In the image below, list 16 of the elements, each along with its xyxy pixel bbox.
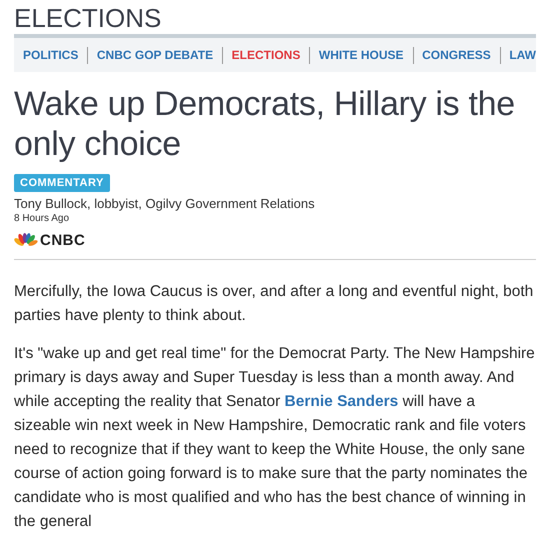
headline: Wake up Democrats, Hillary is the only choice xyxy=(14,84,516,164)
nav-link[interactable]: ELECTIONS xyxy=(232,48,300,62)
paragraph: Mercifully, the Iowa Caucus is over, and after a long and eventful night, both parties have plenty to think about. xyxy=(14,282,534,326)
peacock-icon xyxy=(14,232,38,248)
nav-link[interactable]: CONGRESS xyxy=(422,48,491,62)
nav-link[interactable]: LAW xyxy=(509,48,536,62)
category-tag[interactable]: COMMENTARY xyxy=(14,174,110,192)
link[interactable]: Bernie Sanders xyxy=(284,393,398,410)
timestamp: 8 Hours Ago xyxy=(14,213,70,224)
paragraph: It's "wake up and get real time" for the Democrat Party. The New Hampshire primary is days away and Super Tuesday is less than a month away. And while accepting the reality that Senator Bernie Sanders will have a sizeable win next week in New Hampshire, Democratic rank and file voters need to recognize that if they want to keep the White House, the only sane course of action going forward is to make sure that the party nominates the candidate who is most qualified and who has the best chance of winning in the general xyxy=(14,344,536,532)
nav-link[interactable]: WHITE HOUSE xyxy=(318,48,404,62)
section-title: ELECTIONS xyxy=(14,2,162,32)
logo-text: CNBC xyxy=(40,232,86,249)
byline: Tony Bullock, lobbyist, Ogilvy Government Relations xyxy=(14,196,316,211)
nav-link[interactable]: POLITICS xyxy=(23,48,78,62)
nav-link[interactable]: CNBC GOP DEBATE xyxy=(96,48,214,62)
